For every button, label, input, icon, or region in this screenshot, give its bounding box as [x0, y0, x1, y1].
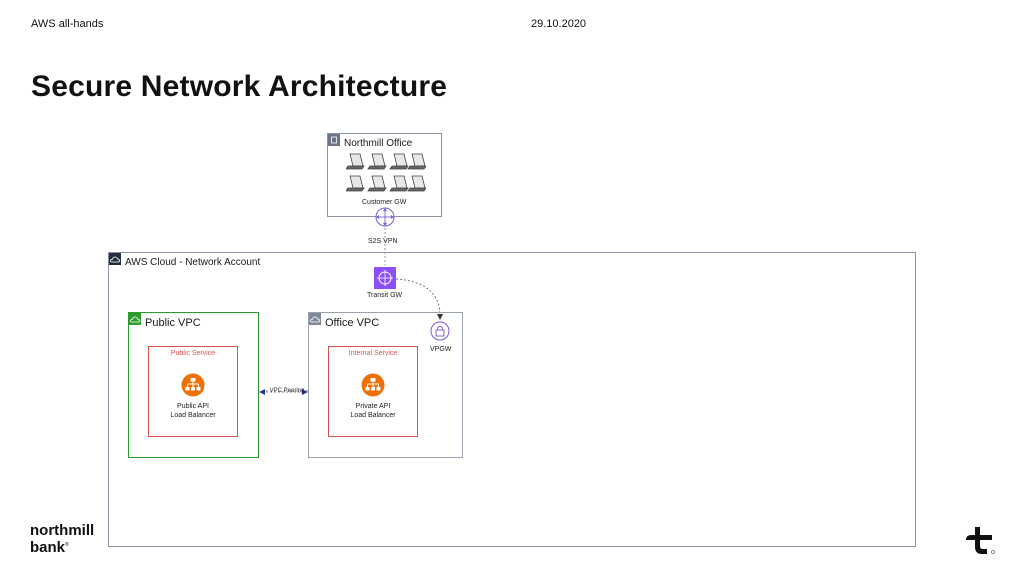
laptops-icon	[346, 153, 426, 192]
load-balancer-icon	[361, 373, 385, 397]
office-vpc-cloud-icon	[309, 313, 321, 325]
public-lb-line2: Load Balancer	[170, 412, 216, 419]
internal-service-box: Internal Service Private API Load Balanc…	[328, 346, 418, 437]
aws-cloud-icon	[109, 253, 121, 265]
customer-gw-label: Customer GW	[362, 199, 407, 206]
public-service-box: Public Service Public API Load Balancer	[148, 346, 238, 437]
public-service-title: Public Service	[170, 350, 216, 357]
load-balancer-icon	[181, 373, 205, 397]
public-lb-label: Public API Load Balancer	[149, 402, 237, 420]
vpc-peering-label: - VPC Peering -	[266, 388, 309, 394]
registered-mark: ®	[65, 542, 69, 548]
northmill-bank-logo: northmill bank®	[30, 522, 95, 556]
office-building-icon	[328, 134, 340, 146]
aws-cloud-label: AWS Cloud - Network Account	[125, 257, 261, 268]
internal-service-title: Internal Service	[348, 350, 398, 357]
s2s-vpn-label: S2S VPN	[368, 238, 398, 245]
private-lb-line2: Load Balancer	[350, 412, 396, 419]
logo-line2: bank	[30, 539, 66, 556]
office-vpc-label: Office VPC	[325, 317, 380, 329]
logo-line1: northmill	[30, 522, 95, 539]
northmill-office-box: Northmill Office Customer GW	[327, 133, 442, 217]
public-vpc-cloud-icon	[129, 313, 141, 325]
public-vpc-label: Public VPC	[145, 317, 201, 329]
office-label: Northmill Office	[344, 138, 413, 149]
transit-gw-label: Transit GW	[367, 292, 403, 299]
northmill-symbol-logo	[966, 527, 995, 554]
public-lb-line1: Public API	[177, 403, 209, 410]
private-lb-line1: Private API	[355, 403, 391, 410]
private-lb-label: Private API Load Balancer	[329, 402, 417, 420]
